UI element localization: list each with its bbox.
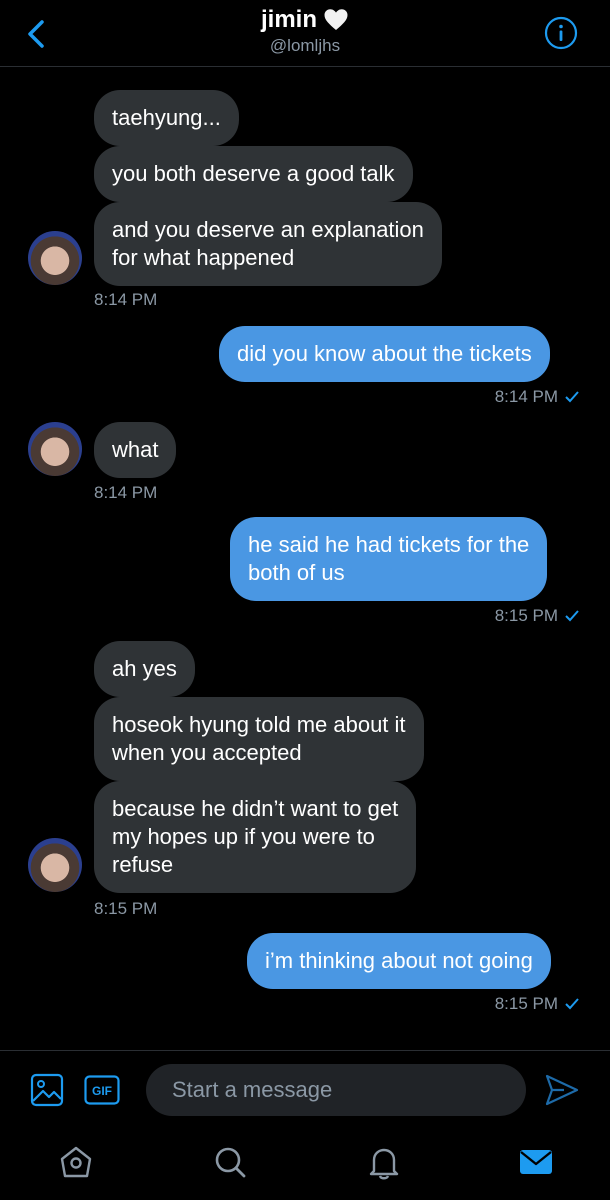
contact-avatar[interactable] bbox=[28, 838, 82, 892]
message-text: what bbox=[112, 437, 159, 462]
dm-conversation-screen: jimin @lomljhs taehyung... you both dese… bbox=[0, 0, 610, 1200]
message-text-line: because he didn’t want to get bbox=[112, 796, 399, 821]
message-text-line: he said he had tickets for the bbox=[248, 532, 530, 557]
checkmark-icon bbox=[565, 610, 579, 622]
home-icon[interactable] bbox=[56, 1142, 96, 1182]
contact-handle: @lomljhs bbox=[269, 36, 341, 55]
mail-icon[interactable] bbox=[516, 1142, 556, 1182]
received-message[interactable]: taehyung... bbox=[94, 90, 239, 146]
timestamp-text: 8:14 PM bbox=[94, 483, 158, 502]
received-message[interactable]: ah yes bbox=[94, 641, 195, 697]
timestamp-text: 8:15 PM bbox=[494, 606, 558, 625]
message-text-line: refuse bbox=[112, 852, 174, 877]
message-text: taehyung... bbox=[112, 105, 221, 130]
timestamp-text: 8:15 PM bbox=[494, 994, 558, 1013]
bottom-tab-bar bbox=[0, 1128, 610, 1200]
message-timestamp: 8:15 PM bbox=[94, 899, 157, 919]
send-icon[interactable] bbox=[544, 1073, 580, 1107]
message-text: i’m thinking about not going bbox=[265, 948, 533, 973]
timestamp-text: 8:14 PM bbox=[494, 387, 558, 406]
contact-avatar[interactable] bbox=[28, 422, 82, 476]
message-timestamp: 8:14 PM bbox=[495, 387, 580, 407]
message-text-line: my hopes up if you were to bbox=[112, 824, 375, 849]
message-timestamp: 8:15 PM bbox=[495, 606, 580, 626]
message-text-line: hoseok hyung told me about it bbox=[112, 712, 406, 737]
sent-message[interactable]: i’m thinking about not going bbox=[247, 933, 551, 989]
timestamp-text: 8:14 PM bbox=[94, 290, 158, 309]
gif-label: GIF bbox=[92, 1084, 112, 1098]
image-icon[interactable] bbox=[30, 1073, 64, 1107]
sent-message[interactable]: did you know about the tickets bbox=[219, 326, 550, 382]
timestamp-text: 8:15 PM bbox=[94, 899, 158, 918]
contact-name-row: jimin bbox=[261, 6, 349, 34]
white-heart-icon bbox=[324, 9, 348, 30]
gif-button[interactable]: GIF bbox=[84, 1075, 120, 1105]
message-text: you both deserve a good talk bbox=[112, 161, 395, 186]
contact-name: jimin bbox=[260, 6, 317, 33]
checkmark-icon bbox=[565, 998, 579, 1010]
message-text: ah yes bbox=[112, 656, 177, 681]
checkmark-icon bbox=[565, 391, 579, 403]
contact-avatar[interactable] bbox=[28, 231, 82, 285]
message-timestamp: 8:14 PM bbox=[94, 483, 157, 503]
message-timestamp: 8:15 PM bbox=[495, 994, 580, 1014]
received-message[interactable]: hoseok hyung told me about it when you a… bbox=[94, 697, 424, 781]
gif-icon: GIF bbox=[84, 1075, 120, 1105]
received-message[interactable]: what bbox=[94, 422, 177, 478]
received-message[interactable]: because he didn’t want to get my hopes u… bbox=[94, 781, 417, 893]
sent-message[interactable]: he said he had tickets for the both of u… bbox=[230, 517, 548, 601]
info-icon[interactable] bbox=[544, 16, 578, 50]
message-composer: GIF bbox=[0, 1050, 610, 1129]
message-input[interactable] bbox=[146, 1064, 526, 1116]
message-text: did you know about the tickets bbox=[237, 341, 532, 366]
received-message[interactable]: you both deserve a good talk bbox=[94, 146, 413, 202]
header-title-block[interactable]: jimin @lomljhs bbox=[0, 6, 610, 56]
message-text-line: both of us bbox=[248, 560, 345, 585]
message-timestamp: 8:14 PM bbox=[94, 290, 157, 310]
message-text-line: when you accepted bbox=[112, 740, 302, 765]
conversation-header: jimin @lomljhs bbox=[0, 0, 610, 67]
search-icon[interactable] bbox=[210, 1142, 250, 1182]
message-text-line: and you deserve an explanation bbox=[112, 217, 424, 242]
bell-icon[interactable] bbox=[364, 1142, 404, 1182]
received-message[interactable]: and you deserve an explanation for what … bbox=[94, 202, 442, 286]
message-text-line: for what happened bbox=[112, 245, 295, 270]
